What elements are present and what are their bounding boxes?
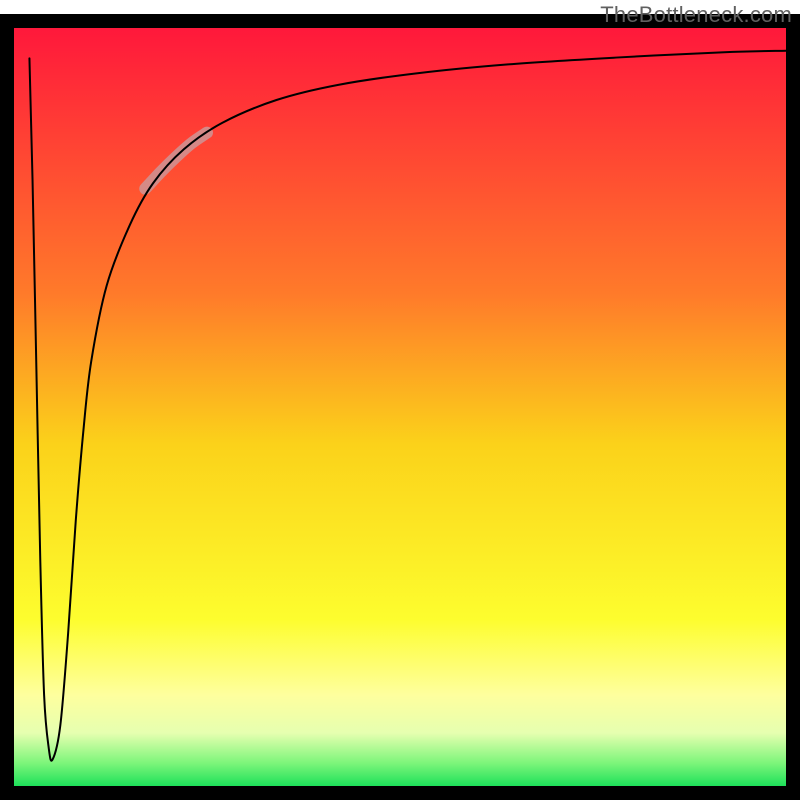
- chart-container: TheBottleneck.com: [0, 0, 800, 800]
- chart-svg: [0, 0, 800, 800]
- plot-background: [14, 28, 786, 786]
- watermark-text: TheBottleneck.com: [600, 2, 792, 28]
